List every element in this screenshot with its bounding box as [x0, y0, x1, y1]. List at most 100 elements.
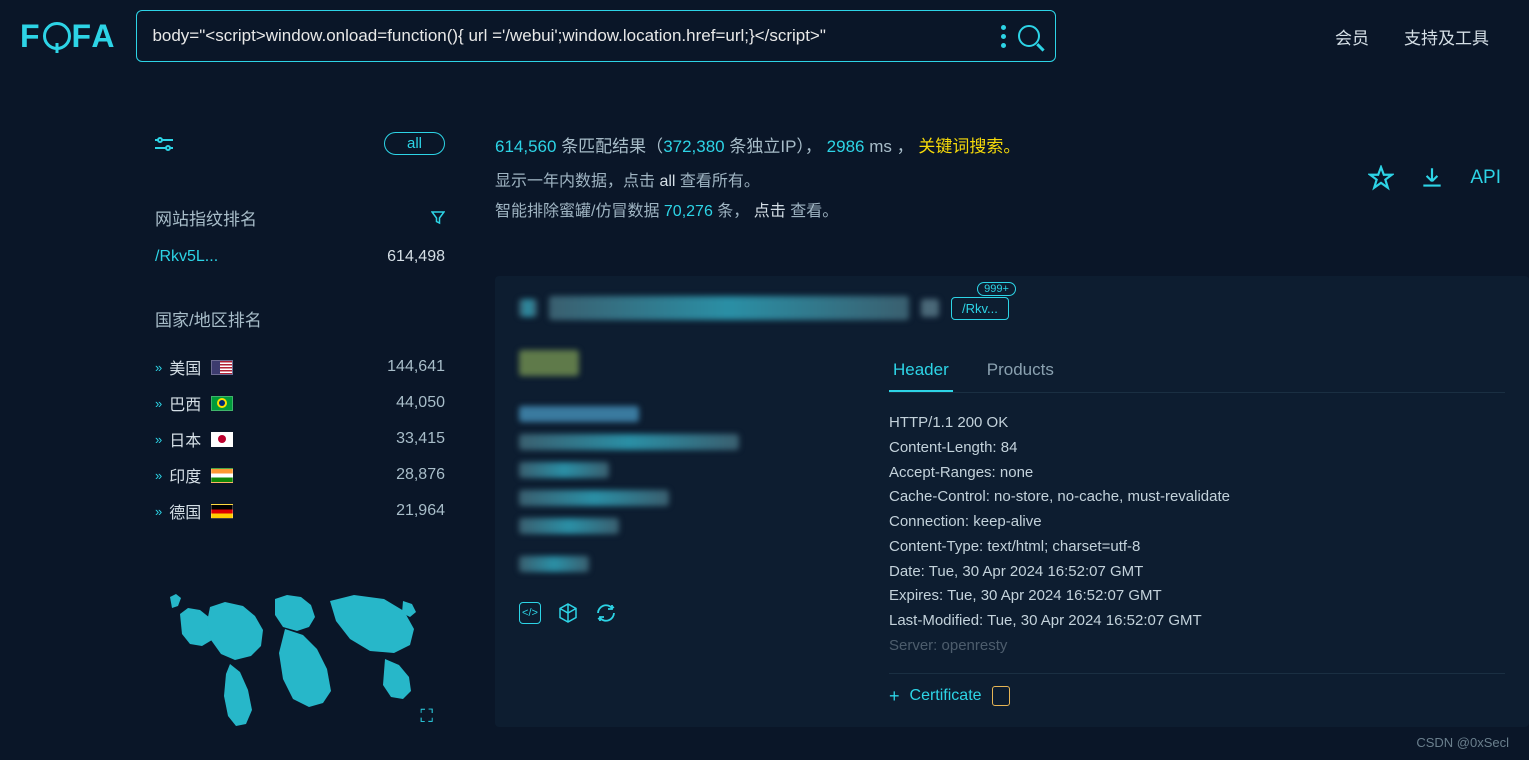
- l2post: 查看所有。: [675, 173, 759, 190]
- nav-support[interactable]: 支持及工具: [1404, 24, 1489, 49]
- result-favicon: [519, 299, 537, 317]
- flag-icon: [211, 360, 233, 375]
- sub-stats-2: 智能排除蜜罐/仿冒数据 70,276 条， 点击 查看。: [495, 197, 1529, 221]
- stats-line: 614,560 条匹配结果（372,380 条独立IP）， 2986 ms ， …: [495, 132, 1529, 157]
- flag-icon: [211, 504, 233, 519]
- country-count: 44,050: [396, 394, 445, 412]
- sidebar: all 网站指纹排名 /Rkv5L... 614,498 国家/地区排名 »美国…: [155, 132, 445, 729]
- chevron-icon: »: [155, 396, 159, 411]
- expand-icon[interactable]: ⛶: [420, 706, 433, 727]
- total-count: 614,560: [495, 137, 556, 156]
- header-line: Content-Type: text/html; charset=utf-8: [889, 535, 1505, 560]
- download-icon[interactable]: [1419, 165, 1445, 191]
- badge-999: 999+: [977, 282, 1016, 296]
- flag-icon: [211, 396, 233, 411]
- country-row[interactable]: » 美国 144,641: [155, 349, 445, 385]
- certificate-row[interactable]: + Certificate: [889, 673, 1505, 707]
- meta-2[interactable]: [519, 406, 639, 422]
- total-suffix: 条匹配结果（: [561, 137, 663, 156]
- world-map[interactable]: ⛶: [155, 569, 435, 729]
- l3post: 查看。: [790, 203, 838, 220]
- fp-name: /Rkv5L...: [155, 248, 218, 266]
- map-svg: [155, 569, 435, 729]
- meta-6: [519, 518, 619, 534]
- search-icon[interactable]: [1018, 25, 1040, 47]
- header-line: Date: Tue, 30 Apr 2024 16:52:07 GMT: [889, 560, 1505, 585]
- search-input[interactable]: [152, 26, 989, 46]
- header-line: Cache-Control: no-store, no-cache, must-…: [889, 485, 1505, 510]
- header-line: Content-Length: 84: [889, 436, 1505, 461]
- certificate-label: Certificate: [910, 687, 982, 705]
- country-row[interactable]: »印度28,876: [155, 457, 445, 493]
- country-row[interactable]: » 德国 21,964: [155, 493, 445, 529]
- tab-products[interactable]: Products: [983, 350, 1058, 392]
- all-badge[interactable]: all: [384, 132, 445, 155]
- watermark: CSDN @0xSecl: [1416, 735, 1509, 750]
- country-name: 印度: [169, 463, 201, 487]
- unique-ip: 372,380: [663, 137, 724, 156]
- chevron-icon: »: [155, 504, 159, 519]
- country-row[interactable]: »巴西44,050: [155, 385, 445, 421]
- sidebar-top: all: [155, 132, 445, 155]
- chevron-icon: »: [155, 432, 159, 447]
- action-icons: API: [1368, 165, 1501, 191]
- meta-4: [519, 462, 609, 478]
- country-count: 21,964: [396, 502, 445, 520]
- rkv-badge[interactable]: /Rkv... 999+: [951, 297, 1009, 320]
- unique-ip-suffix: 条独立IP），: [729, 137, 822, 156]
- refresh-icon[interactable]: [595, 602, 617, 624]
- result-header: /Rkv... 999+: [519, 296, 1505, 320]
- result-right: Header Products HTTP/1.1 200 OKContent-L…: [889, 350, 1505, 707]
- country-name: 德国: [169, 499, 201, 523]
- country-name: 美国: [169, 355, 201, 379]
- search-bar: [136, 10, 1056, 62]
- header-line: HTTP/1.1 200 OK: [889, 411, 1505, 436]
- copy-icon[interactable]: [921, 299, 939, 317]
- cube-icon[interactable]: [557, 602, 579, 624]
- keyword-search-link[interactable]: 关键词搜索。: [918, 137, 1020, 156]
- fp-row[interactable]: /Rkv5L... 614,498: [155, 248, 445, 266]
- main: all 网站指纹排名 /Rkv5L... 614,498 国家/地区排名 »美国…: [0, 72, 1529, 729]
- l3pre: 智能排除蜜罐/仿冒数据: [495, 203, 664, 220]
- meta-1: [519, 350, 579, 376]
- nav-member[interactable]: 会员: [1335, 24, 1369, 49]
- tab-header[interactable]: Header: [889, 350, 953, 392]
- api-link[interactable]: API: [1470, 167, 1501, 189]
- honeypot-count: 70,276: [664, 203, 713, 220]
- country-count: 144,641: [387, 358, 445, 376]
- flag-icon: [211, 468, 233, 483]
- certificate-icon: [992, 686, 1010, 706]
- result-left: </>: [519, 350, 849, 707]
- content: 614,560 条匹配结果（372,380 条独立IP）， 2986 ms ， …: [445, 132, 1529, 729]
- header-line: Expires: Tue, 30 Apr 2024 16:52:07 GMT: [889, 584, 1505, 609]
- logo[interactable]: FFA: [20, 18, 116, 55]
- header-line: Server: openresty: [889, 634, 1505, 659]
- fp-title-text: 网站指纹排名: [155, 205, 257, 230]
- nav-links: 会员 支持及工具: [1335, 24, 1509, 49]
- settings-icon[interactable]: [155, 137, 173, 151]
- options-icon[interactable]: [1001, 25, 1006, 48]
- ms-count: 2986: [827, 137, 865, 156]
- fp-count: 614,498: [387, 248, 445, 266]
- all-link[interactable]: all: [659, 173, 675, 190]
- header-line: Connection: keep-alive: [889, 510, 1505, 535]
- funnel-icon[interactable]: [431, 211, 445, 225]
- header-lines: HTTP/1.1 200 OKContent-Length: 84Accept-…: [889, 411, 1505, 659]
- header: FFA 会员 支持及工具: [0, 0, 1529, 72]
- star-icon[interactable]: [1368, 165, 1394, 191]
- header-line: Accept-Ranges: none: [889, 461, 1505, 486]
- country-row[interactable]: »日本33,415: [155, 421, 445, 457]
- rkv-label: /Rkv...: [962, 301, 998, 316]
- chevron-icon: »: [155, 360, 159, 375]
- meta-3: [519, 434, 739, 450]
- click-link[interactable]: 点击: [754, 203, 790, 220]
- result-body: </> Header Products HTTP/1.1 200 OKConte…: [519, 350, 1505, 707]
- header-line: Last-Modified: Tue, 30 Apr 2024 16:52:07…: [889, 609, 1505, 634]
- country-count: 28,876: [396, 466, 445, 484]
- result-url[interactable]: [549, 296, 909, 320]
- tabs: Header Products: [889, 350, 1505, 393]
- meta-7: [519, 556, 589, 572]
- code-icon[interactable]: </>: [519, 602, 541, 624]
- country-count: 33,415: [396, 430, 445, 448]
- result-tools: </>: [519, 602, 849, 624]
